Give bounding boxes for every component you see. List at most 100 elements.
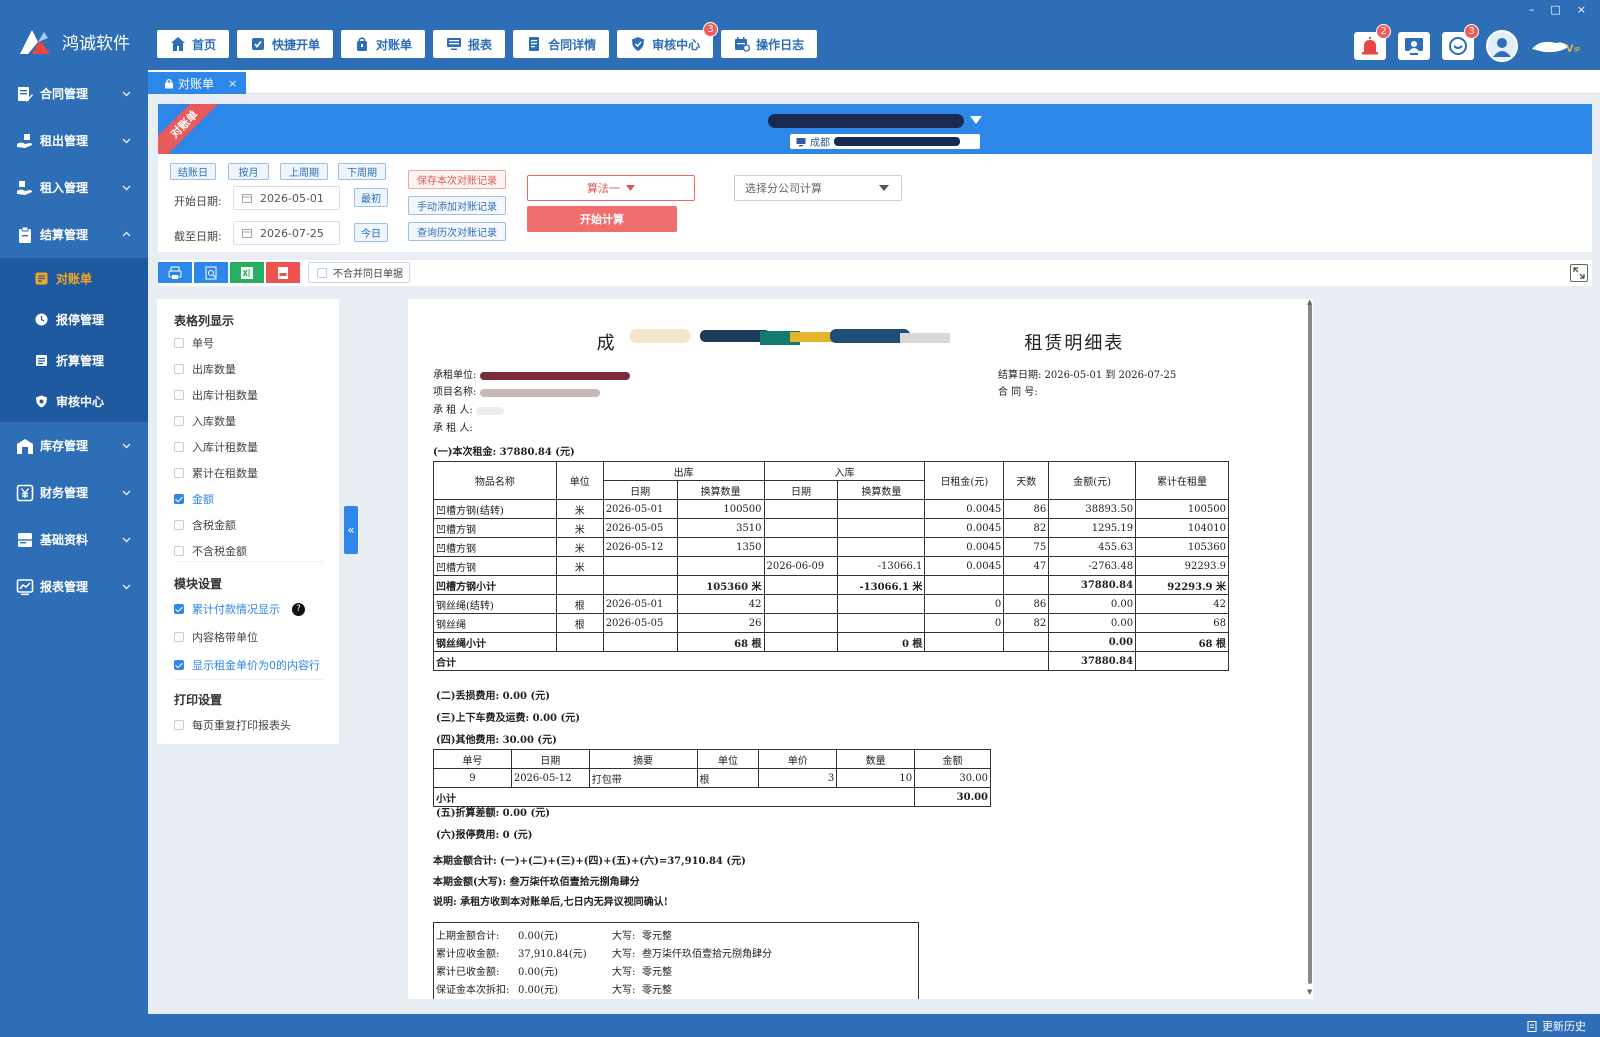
nav-label: 报表: [468, 37, 493, 52]
nav-quick-order-button[interactable]: 快捷开单: [237, 30, 334, 58]
closing-day-button[interactable]: 结账日: [170, 163, 216, 180]
sidebar-item-finance[interactable]: 财务管理: [0, 469, 148, 516]
print-option-repeat-header[interactable]: 每页重复打印报表头: [174, 717, 291, 733]
checkbox[interactable]: [174, 604, 184, 614]
checkbox[interactable]: [174, 468, 184, 478]
export-pdf-button[interactable]: [266, 262, 300, 283]
column-option[interactable]: 累计在租数量: [174, 465, 258, 481]
nav-statement-button[interactable]: 对账单: [341, 30, 426, 58]
checkbox[interactable]: [174, 520, 184, 530]
table-header-cell: 日期: [510, 749, 590, 769]
checkbox[interactable]: [174, 546, 184, 556]
start-calc-button[interactable]: 开始计算: [527, 206, 677, 232]
tenant-label: 承租单位:: [433, 370, 477, 381]
end-date-input[interactable]: 2026-07-25: [233, 221, 340, 245]
caret-down-icon[interactable]: [970, 116, 982, 124]
service-button[interactable]: [1398, 32, 1430, 60]
collapse-panel-button[interactable]: «: [344, 506, 358, 554]
column-option[interactable]: 出库计租数量: [174, 387, 258, 403]
sidebar-item-inventory[interactable]: 库存管理: [0, 422, 148, 469]
scroll-down-icon[interactable]: ▼: [1307, 988, 1312, 996]
column-option[interactable]: 含税金额: [174, 517, 236, 533]
sidebar-subitem-suspend[interactable]: 报停管理: [0, 299, 148, 340]
module-option-with-unit[interactable]: 内容格带单位: [174, 629, 258, 645]
column-option[interactable]: 不含税金额: [174, 543, 247, 559]
nav-contract-button[interactable]: 合同详情: [513, 30, 610, 58]
checkbox[interactable]: [174, 720, 184, 730]
sidebar-subitem-conversion[interactable]: 折算管理: [0, 340, 148, 381]
checkbox[interactable]: [174, 390, 184, 400]
minimize-button[interactable]: –: [1529, 3, 1535, 16]
table-row: 9 2026-05-12 打包带根 3 10 30.00: [433, 768, 991, 788]
tab-close-icon[interactable]: ×: [228, 77, 237, 90]
earliest-button[interactable]: 最初: [354, 188, 388, 207]
th-daily-rent: 日租金(元): [924, 461, 1005, 500]
export-excel-button[interactable]: [230, 262, 264, 283]
alarm-button[interactable]: 2: [1354, 24, 1391, 60]
query-records-button[interactable]: 查询历次对账记录: [408, 222, 506, 241]
checkbox[interactable]: [174, 442, 184, 452]
option-label: 入库计租数量: [192, 441, 258, 454]
divider: [174, 561, 324, 562]
customer-title-redacted[interactable]: [768, 114, 964, 128]
help-icon[interactable]: ?: [292, 602, 305, 616]
tab-strip: 对账单 ×: [148, 70, 1600, 94]
section-suspend: (六)报停费用: 0 (元): [436, 830, 533, 841]
shield-icon: [632, 37, 645, 51]
checkbox[interactable]: [174, 364, 184, 374]
fullscreen-button[interactable]: [1570, 264, 1588, 282]
column-option[interactable]: 单号: [174, 335, 214, 351]
module-option-zero-price-rows[interactable]: 显示租金单价为0的内容行: [174, 657, 320, 673]
avatar[interactable]: [1486, 30, 1518, 62]
merge-same-day-toggle[interactable]: 不合并同日单据: [308, 262, 410, 283]
column-option[interactable]: 入库计租数量: [174, 439, 258, 455]
algorithm-select[interactable]: 算法一: [527, 175, 695, 201]
next-period-button[interactable]: 下周期: [338, 163, 386, 180]
today-button[interactable]: 今日: [354, 223, 388, 242]
checkbox[interactable]: [174, 416, 184, 426]
th-in: 入库: [763, 461, 926, 481]
update-history-button[interactable]: 更新历史: [1527, 1018, 1586, 1034]
add-record-button[interactable]: 手动添加对账记录: [408, 196, 506, 215]
sidebar-item-settlement[interactable]: 结算管理: [0, 211, 148, 258]
lock-icon: [165, 78, 173, 88]
scroll-up-icon[interactable]: ▲: [1307, 298, 1312, 306]
print-button[interactable]: [158, 262, 192, 283]
nav-home-button[interactable]: 首页: [157, 30, 230, 58]
sidebar-item-rent-out[interactable]: 租出管理: [0, 117, 148, 164]
sidebar-subitem-statement[interactable]: 对账单: [0, 258, 148, 299]
bag-icon: [357, 37, 368, 51]
app-name: 鸿诚软件: [62, 33, 130, 54]
sidebar-subitem-audit[interactable]: 审核中心: [0, 381, 148, 422]
by-month-button[interactable]: 按月: [228, 163, 269, 180]
table-cell: [924, 632, 1005, 652]
chat-button[interactable]: 3: [1442, 24, 1479, 60]
save-record-button[interactable]: 保存本次对账记录: [408, 170, 506, 189]
sidebar-item-reports[interactable]: 报表管理: [0, 563, 148, 610]
report-scrollbar[interactable]: [1308, 304, 1312, 984]
prev-period-button[interactable]: 上周期: [280, 163, 328, 180]
column-option[interactable]: 出库数量: [174, 361, 236, 377]
merge-checkbox[interactable]: [317, 267, 327, 278]
nav-audit-button[interactable]: 审核中心 3: [617, 22, 719, 58]
nav-log-button[interactable]: 操作日志: [721, 30, 818, 58]
sidebar-item-contract[interactable]: 合同管理: [0, 70, 148, 117]
sidebar-item-rent-in[interactable]: 租入管理: [0, 164, 148, 211]
nav-report-button[interactable]: 报表: [433, 30, 506, 58]
tab-statement[interactable]: 对账单 ×: [148, 72, 246, 94]
checkbox[interactable]: [174, 660, 184, 670]
table-total-row: 合计 37880.84: [432, 651, 1229, 671]
start-date-input[interactable]: 2026-05-01: [233, 186, 340, 210]
checkbox[interactable]: [174, 632, 184, 642]
close-button[interactable]: ×: [1577, 3, 1586, 16]
checkbox[interactable]: [174, 494, 184, 504]
checkbox[interactable]: [174, 338, 184, 348]
table-cell: 10: [836, 768, 916, 788]
column-option[interactable]: 金额: [174, 491, 214, 507]
maximize-button[interactable]: □: [1550, 3, 1560, 16]
company-select[interactable]: 选择分公司计算: [734, 175, 902, 201]
print-preview-button[interactable]: [194, 262, 228, 283]
module-option-cum-payment[interactable]: 累计付款情况显示 ?: [174, 601, 305, 617]
sidebar-item-basic-data[interactable]: 基础资料: [0, 516, 148, 563]
column-option[interactable]: 入库数量: [174, 413, 236, 429]
